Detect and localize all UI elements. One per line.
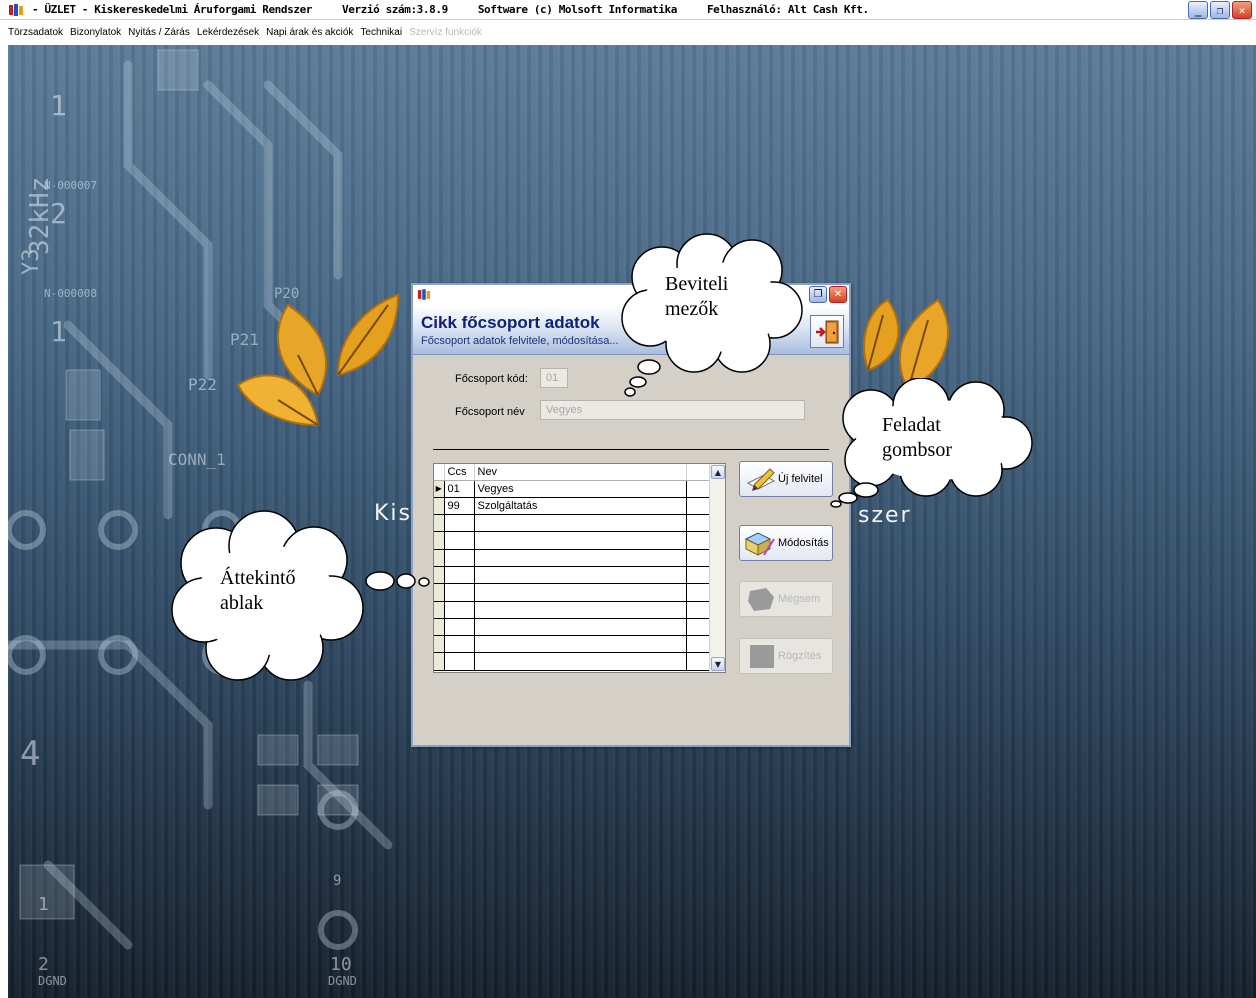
window-controls: _ ❐ ✕ bbox=[1188, 1, 1252, 19]
focsoport-grid[interactable]: Ccs Nev ▶ 01 Vegyes 99 Szolgáltatás ▲ ▼ bbox=[433, 463, 726, 673]
svg-text:1: 1 bbox=[50, 315, 67, 348]
dialog-title: Cikk főcsoport adatok bbox=[421, 313, 600, 332]
modify-button[interactable]: Módosítás bbox=[739, 525, 833, 561]
table-row[interactable]: 99 Szolgáltatás bbox=[434, 497, 711, 516]
scroll-up-icon[interactable]: ▲ bbox=[711, 465, 725, 479]
table-row-empty[interactable] bbox=[434, 635, 711, 654]
svg-text:1: 1 bbox=[50, 89, 67, 122]
svg-text:P21: P21 bbox=[230, 330, 259, 349]
table-row-empty[interactable] bbox=[434, 583, 711, 602]
new-entry-button[interactable]: Új felvitel bbox=[739, 461, 833, 497]
table-row-empty[interactable] bbox=[434, 514, 711, 533]
menu-bar: Törzsadatok Bizonylatok Nyitás / Zárás L… bbox=[0, 20, 1256, 45]
callout-input-fields-text: Beviteli mezők bbox=[665, 273, 729, 320]
dialog-app-icon bbox=[417, 289, 431, 300]
menu-item-nyitas-zaras[interactable]: Nyitás / Zárás bbox=[128, 27, 190, 38]
restore-icon[interactable]: ❐ bbox=[1210, 1, 1230, 19]
dialog-close-icon[interactable]: ✕ bbox=[829, 286, 847, 303]
table-row-empty[interactable] bbox=[434, 601, 711, 619]
exit-door-icon bbox=[816, 320, 839, 343]
pencil-paper-icon bbox=[746, 468, 776, 491]
callout-overview-cloud bbox=[171, 510, 430, 681]
app-icon bbox=[9, 3, 23, 16]
svg-text:DGND: DGND bbox=[328, 974, 357, 988]
svg-text:P22: P22 bbox=[188, 375, 217, 394]
focsoport-nev-field[interactable]: Vegyes bbox=[540, 400, 805, 420]
svg-text:DGND: DGND bbox=[38, 974, 67, 988]
svg-text:1: 1 bbox=[38, 894, 49, 915]
focsoport-kod-field[interactable]: 01 bbox=[540, 368, 568, 388]
edit-book-icon bbox=[744, 532, 775, 556]
window-title-app: - ÜZLET - Kiskereskedelmi Áruforgami Ren… bbox=[32, 3, 313, 16]
minimize-icon[interactable]: _ bbox=[1188, 1, 1208, 19]
menu-item-technikai[interactable]: Technikai bbox=[360, 27, 402, 38]
svg-text:32kHz: 32kHz bbox=[25, 177, 55, 255]
dialog-subtitle: Főcsoport adatok felvitele, módosítása..… bbox=[421, 335, 619, 347]
save-label: Rögzítés bbox=[778, 650, 822, 662]
grid-header-ccs[interactable]: Ccs bbox=[444, 464, 475, 481]
exit-button[interactable] bbox=[810, 315, 844, 348]
menu-item-szerviz: Szervíz funkciók bbox=[409, 27, 482, 38]
leaf-logo-left bbox=[236, 293, 400, 427]
cancel-icon bbox=[748, 588, 774, 611]
grid-cell-code[interactable]: 99 bbox=[444, 497, 475, 516]
cancel-label: Mégsem bbox=[778, 593, 821, 605]
scroll-down-icon[interactable]: ▼ bbox=[711, 657, 725, 671]
grid-header-nev[interactable]: Nev bbox=[474, 464, 687, 481]
focsoport-kod-label: Főcsoport kód: bbox=[455, 373, 528, 385]
svg-text:2: 2 bbox=[38, 954, 49, 975]
menu-item-lekerdezesek[interactable]: Lekérdezések bbox=[197, 27, 259, 38]
modify-label: Módosítás bbox=[778, 537, 829, 549]
window-title-version: Verzió szám:3.8.9 bbox=[342, 3, 448, 16]
svg-text:CONN_1: CONN_1 bbox=[168, 450, 226, 469]
table-row-empty[interactable] bbox=[434, 618, 711, 637]
menu-item-torzsadatok[interactable]: Törzsadatok bbox=[8, 27, 63, 38]
callout-overview-text: Áttekintő ablak bbox=[220, 567, 296, 614]
svg-text:4: 4 bbox=[20, 734, 40, 774]
menu-item-bizonylatok[interactable]: Bizonylatok bbox=[70, 27, 121, 38]
svg-text:9: 9 bbox=[333, 873, 341, 889]
row-indicator-icon: ▶ bbox=[434, 480, 445, 498]
new-entry-label: Új felvitel bbox=[778, 473, 823, 485]
grid-cell-code[interactable]: 01 bbox=[444, 480, 475, 498]
save-icon bbox=[750, 645, 774, 668]
table-row-empty[interactable] bbox=[434, 531, 711, 550]
callout-task-buttons-text: Feladat gombsor bbox=[882, 414, 952, 461]
svg-text:10: 10 bbox=[330, 954, 352, 975]
table-row[interactable]: ▶ 01 Vegyes bbox=[434, 480, 711, 498]
window-title-user: Felhasználó: Alt Cash Kft. bbox=[706, 3, 869, 16]
table-row-empty[interactable] bbox=[434, 549, 711, 567]
svg-text:Y3: Y3 bbox=[19, 249, 44, 276]
window-titlebar: - ÜZLET - Kiskereskedelmi Áruforgami Ren… bbox=[0, 0, 1256, 20]
separator-line bbox=[433, 449, 829, 450]
table-row-empty[interactable] bbox=[434, 652, 711, 671]
window-title-company: Software (c) Molsoft Informatika bbox=[477, 3, 678, 16]
grid-cell-name[interactable]: Szolgáltatás bbox=[474, 497, 687, 516]
grid-cell-name[interactable]: Vegyes bbox=[474, 480, 687, 498]
grid-header-row: Ccs Nev bbox=[434, 464, 711, 481]
table-row-empty[interactable] bbox=[434, 566, 711, 585]
save-button[interactable]: Rögzítés bbox=[739, 638, 833, 674]
grid-vertical-scrollbar[interactable]: ▲ ▼ bbox=[709, 464, 725, 672]
menu-item-napi-arak[interactable]: Napi árak és akciók bbox=[266, 27, 353, 38]
board-label-n8: N-000008 bbox=[44, 287, 97, 300]
close-icon[interactable]: ✕ bbox=[1232, 1, 1252, 19]
focsoport-nev-label: Főcsoport név bbox=[455, 406, 525, 418]
svg-text:P20: P20 bbox=[274, 286, 299, 302]
cancel-button[interactable]: Mégsem bbox=[739, 581, 833, 617]
